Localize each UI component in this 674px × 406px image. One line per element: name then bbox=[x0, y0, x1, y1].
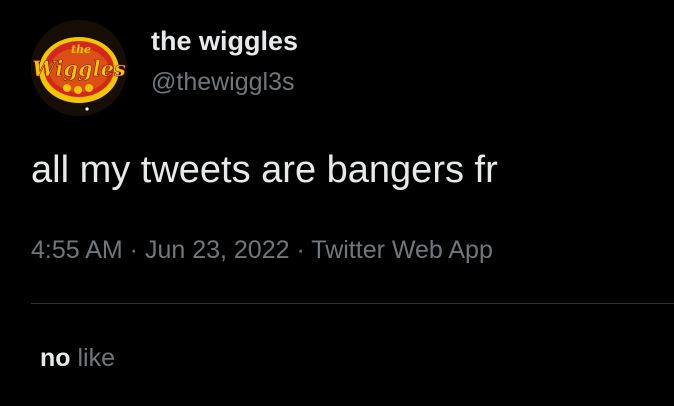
user-handle[interactable]: @thewiggl3s bbox=[151, 68, 295, 97]
tweet: the Wiggles the wiggles @thewiggl3s all … bbox=[0, 0, 674, 406]
svg-text:Wiggles: Wiggles bbox=[32, 56, 126, 81]
tweet-date[interactable]: Jun 23, 2022 bbox=[145, 236, 290, 264]
tweet-time[interactable]: 4:55 AM bbox=[31, 236, 123, 264]
avatar[interactable]: the Wiggles bbox=[31, 20, 127, 116]
tweet-text: all my tweets are bangers fr bbox=[31, 149, 498, 191]
likes-label: like bbox=[77, 344, 116, 372]
display-name[interactable]: the wiggles bbox=[151, 26, 298, 57]
wiggles-logo: the Wiggles bbox=[31, 20, 127, 116]
meta-separator: · bbox=[289, 236, 312, 264]
divider bbox=[31, 303, 674, 304]
tweet-source[interactable]: Twitter Web App bbox=[311, 236, 493, 264]
likes-stat[interactable]: no like bbox=[40, 344, 115, 373]
tweet-meta: 4:55 AM · Jun 23, 2022 · Twitter Web App bbox=[31, 236, 493, 265]
meta-separator: · bbox=[122, 236, 145, 264]
likes-count: no bbox=[40, 344, 71, 372]
svg-text:the: the bbox=[71, 43, 91, 56]
